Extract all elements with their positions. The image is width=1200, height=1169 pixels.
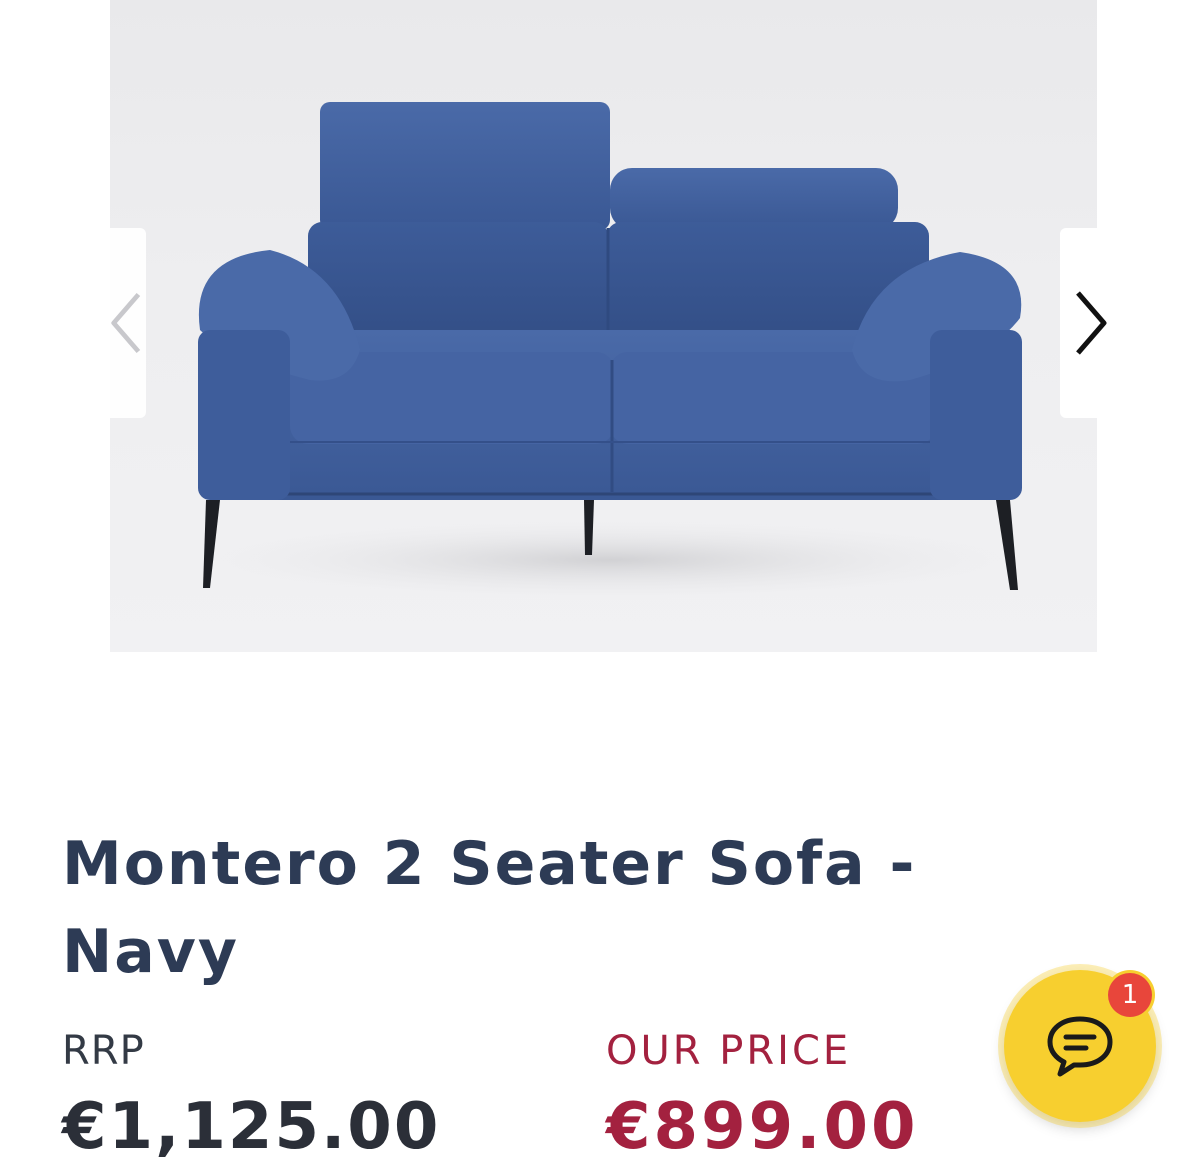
product-title: Montero 2 Seater Sofa - Navy (62, 829, 917, 987)
our-price-label: OUR PRICE (606, 1028, 852, 1074)
chevron-right-icon (1076, 291, 1107, 355)
gallery-prev-button[interactable] (108, 228, 146, 418)
sofa-illustration (190, 102, 1030, 600)
rrp-price: €1,125.00 (62, 1090, 441, 1164)
chat-bubble-icon (1047, 1016, 1113, 1077)
rrp-label: RRP (62, 1028, 145, 1074)
chevron-left-icon (111, 292, 141, 354)
chat-notification-badge: 1 (1108, 973, 1152, 1017)
product-page: Montero 2 Seater Sofa - Navy RRP €1,125.… (0, 0, 1200, 1169)
product-image[interactable] (110, 0, 1097, 652)
our-price: €899.00 (606, 1090, 919, 1164)
gallery-next-button[interactable] (1060, 228, 1120, 418)
